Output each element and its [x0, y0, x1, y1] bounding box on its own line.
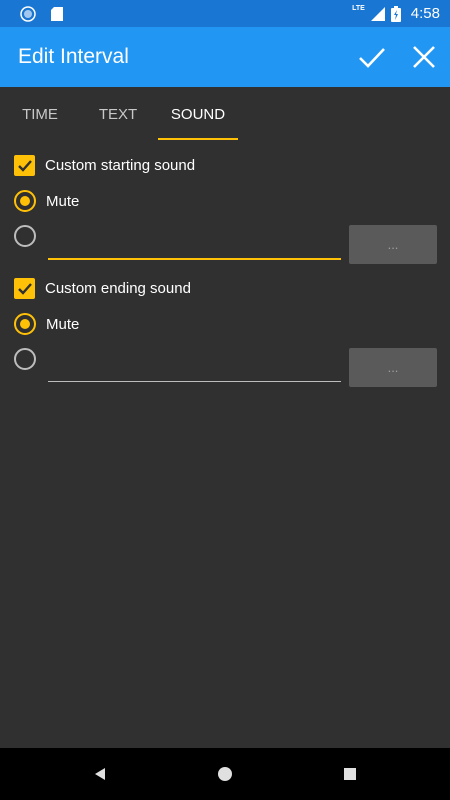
navigation-bar [0, 748, 450, 800]
ending-sound-browse-button[interactable]: ... [349, 348, 437, 387]
status-left-icons [20, 6, 64, 22]
custom-starting-sound-label: Custom starting sound [45, 157, 196, 174]
back-button[interactable] [90, 764, 110, 784]
page-title: Edit Interval [18, 45, 129, 68]
active-tab-indicator [158, 138, 238, 140]
home-button[interactable] [215, 764, 235, 784]
recents-button[interactable] [340, 764, 360, 784]
confirm-button[interactable] [356, 41, 388, 73]
home-icon [218, 767, 232, 781]
signal-icon [370, 6, 385, 21]
starting-file-radio-row[interactable] [14, 225, 36, 247]
ending-mute-label: Mute [46, 315, 80, 333]
tab-text[interactable]: TEXT [78, 87, 158, 141]
ending-sound-file-field[interactable] [48, 346, 341, 382]
starting-sound-browse-button[interactable]: ... [349, 225, 437, 264]
status-right-icons: LTE 4:58 [352, 0, 440, 27]
tab-time[interactable]: TIME [0, 87, 80, 141]
ending-mute-row[interactable]: Mute [14, 313, 79, 335]
status-time: 4:58 [410, 5, 440, 22]
custom-starting-sound-checkbox[interactable] [14, 155, 35, 176]
starting-mute-label: Mute [46, 192, 80, 210]
check-icon [359, 48, 385, 68]
custom-ending-sound-label: Custom ending sound [45, 280, 191, 297]
ending-mute-radio[interactable] [14, 313, 36, 335]
custom-ending-sound-checkbox[interactable] [14, 278, 35, 299]
custom-starting-sound-row[interactable]: Custom starting sound [14, 155, 195, 176]
ending-file-radio-row[interactable] [14, 348, 36, 370]
app-notification-icon [20, 6, 36, 22]
starting-mute-row[interactable]: Mute [14, 190, 79, 212]
network-type: LTE [352, 5, 365, 12]
checkmark-icon [17, 159, 32, 172]
starting-sound-file-field[interactable] [48, 224, 341, 260]
back-icon [95, 768, 105, 780]
starting-file-radio[interactable] [14, 225, 36, 247]
battery-charging-icon [390, 5, 401, 22]
starting-mute-radio[interactable] [14, 190, 36, 212]
tab-sound[interactable]: SOUND [158, 87, 238, 141]
ending-file-radio[interactable] [14, 348, 36, 370]
app-bar: Edit Interval [0, 27, 450, 87]
tab-bar: TIME TEXT SOUND [0, 87, 450, 141]
recents-icon [344, 768, 356, 780]
custom-ending-sound-row[interactable]: Custom ending sound [14, 278, 191, 299]
close-button[interactable] [408, 41, 440, 73]
sd-card-icon [51, 7, 63, 21]
status-bar: LTE 4:58 [0, 0, 450, 27]
checkmark-icon [17, 282, 32, 295]
close-icon [413, 46, 435, 68]
